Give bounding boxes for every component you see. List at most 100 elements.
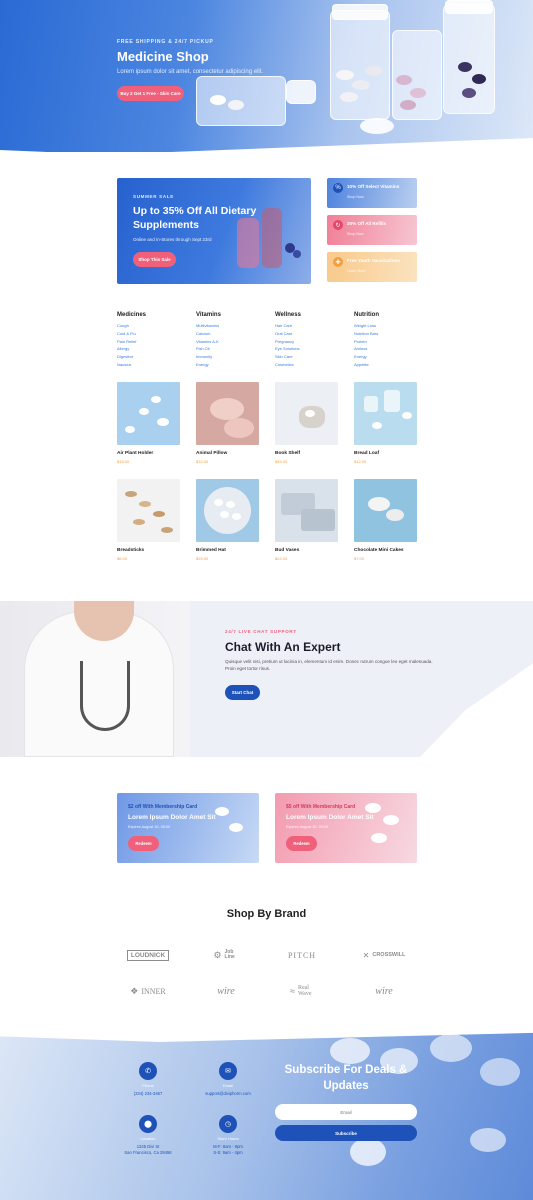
- category-link[interactable]: Digestive: [117, 353, 187, 361]
- category-title: Vitamins: [196, 312, 221, 318]
- category-medicines: Medicines Cough Cold & Flu Pain Relief A…: [117, 312, 187, 369]
- product-name[interactable]: Air Plant Holder: [117, 451, 180, 456]
- category-link[interactable]: Weight Loss: [354, 322, 424, 330]
- category-link[interactable]: Energy: [354, 353, 424, 361]
- promo-card-link[interactable]: Shop Now: [347, 195, 364, 199]
- membership-expiry: Expires August 30, 09:00: [286, 825, 329, 829]
- clock-icon: ◷: [219, 1115, 237, 1133]
- refill-icon: ↻: [333, 220, 343, 230]
- product-price: $49.00: [275, 459, 288, 464]
- brand-logo-realwave[interactable]: ≈ Real Wave: [270, 982, 340, 1000]
- promo-card-vaccinations[interactable]: ✚ Free Youth Vaccinations Learn More: [327, 252, 417, 282]
- product-name[interactable]: Breadsticks: [117, 548, 180, 553]
- syringe-icon: ✚: [333, 257, 343, 267]
- category-link[interactable]: Cough: [117, 322, 187, 330]
- promo-card-link[interactable]: Learn More: [347, 269, 365, 273]
- product-card[interactable]: Air Plant Holder $18.00: [117, 382, 180, 464]
- subscribe-button[interactable]: Subscribe: [275, 1125, 417, 1141]
- product-name[interactable]: Book Shelf: [275, 451, 338, 456]
- membership-card-blue[interactable]: $2 off With Membership Card Lorem Ipsum …: [117, 793, 259, 863]
- product-name[interactable]: Animal Pillow: [196, 451, 259, 456]
- membership-card-pink[interactable]: $5 off With Membership Card Lorem Ipsum …: [275, 793, 417, 863]
- brand-logo-loudnick[interactable]: LOUDNICK: [113, 946, 183, 964]
- redeem-button[interactable]: Redeem: [286, 836, 317, 851]
- category-link[interactable]: Cold & Flu: [117, 330, 187, 338]
- category-link[interactable]: Eye Solutions: [275, 345, 345, 353]
- category-link[interactable]: Pregnancy: [275, 338, 345, 346]
- category-link[interactable]: Skin Care: [275, 353, 345, 361]
- chat-title: Chat With An Expert: [225, 640, 341, 654]
- product-card[interactable]: Breadsticks $6.00: [117, 479, 180, 561]
- subscribe-email-input[interactable]: [275, 1104, 417, 1120]
- percent-icon: %: [333, 183, 343, 193]
- category-link[interactable]: Cosmetics: [275, 361, 345, 369]
- cross-icon: ✕: [362, 950, 370, 960]
- brand-logo-wire[interactable]: wire: [191, 982, 261, 1000]
- product-image[interactable]: [354, 382, 417, 445]
- product-image[interactable]: [117, 382, 180, 445]
- category-link[interactable]: Allergy: [117, 345, 187, 353]
- contact-hours: ◷ Store Hours M-F: 8am - 9pm S-S: 9am - …: [193, 1115, 263, 1156]
- category-link[interactable]: Oral Care: [275, 330, 345, 338]
- product-card[interactable]: Brimmed Hat $25.00: [196, 479, 259, 561]
- product-price: $25.00: [196, 556, 209, 561]
- product-card[interactable]: Bud Vases $22.00: [275, 479, 338, 561]
- product-name[interactable]: Bread Loaf: [354, 451, 417, 456]
- category-vitamins: Vitamins Multivitamins Calcium Vitamins …: [196, 312, 266, 369]
- brand-name: PITCH: [287, 950, 317, 960]
- start-chat-button[interactable]: Start Chat: [225, 685, 260, 700]
- category-link[interactable]: Energy: [196, 361, 266, 369]
- category-link[interactable]: Nutrition Bars: [354, 330, 424, 338]
- product-image[interactable]: [117, 479, 180, 542]
- promo-card-refills[interactable]: ↻ 20% Off All Refills Shop Now: [327, 215, 417, 245]
- promo-card-link[interactable]: Shop Now: [347, 232, 364, 236]
- hero-banner: [0, 0, 533, 152]
- product-card[interactable]: Book Shelf $49.00: [275, 382, 338, 464]
- brand-logo-wire-2[interactable]: wire: [349, 982, 419, 1000]
- redeem-button[interactable]: Redeem: [128, 836, 159, 851]
- category-link[interactable]: Fish Oil: [196, 345, 266, 353]
- product-name[interactable]: Chocolate Mini Cakes: [354, 548, 417, 553]
- membership-headline: Lorem Ipsum Dolor Amet Sit: [128, 814, 216, 821]
- hero-cta-button[interactable]: Buy 2 Get 1 Free - Skin Care: [117, 86, 184, 101]
- category-link[interactable]: Vitamins A-K: [196, 338, 266, 346]
- summer-sale-banner[interactable]: SUMMER SALE Up to 35% Off All Dietary Su…: [117, 178, 311, 284]
- product-image[interactable]: [196, 382, 259, 445]
- product-image[interactable]: [275, 479, 338, 542]
- product-image[interactable]: [275, 382, 338, 445]
- category-link[interactable]: Pain Relief: [117, 338, 187, 346]
- promo-card-vitamins[interactable]: % 10% Off Select Vitamins Shop Now: [327, 178, 417, 208]
- product-image[interactable]: [354, 479, 417, 542]
- envelope-icon: ✉: [219, 1062, 237, 1080]
- brand-logo-crosswill[interactable]: ✕ CROSSWILL: [349, 946, 419, 964]
- category-link[interactable]: Multivitamins: [196, 322, 266, 330]
- product-card[interactable]: Chocolate Mini Cakes $7.00: [354, 479, 417, 561]
- brand-logo-pitch[interactable]: PITCH: [267, 946, 337, 964]
- product-card[interactable]: Animal Pillow $32.00: [196, 382, 259, 464]
- contact-label: Location: [140, 1136, 156, 1141]
- category-title: Medicines: [117, 312, 147, 318]
- category-link[interactable]: Immunity: [196, 353, 266, 361]
- shop-sale-button[interactable]: Shop This Sale: [133, 252, 176, 267]
- product-name[interactable]: Bud Vases: [275, 548, 338, 553]
- product-price: $6.00: [117, 556, 128, 561]
- chat-description: Quisque velit nisi, pretium ut lacinia i…: [225, 659, 433, 671]
- promo-card-title: 20% Off All Refills: [347, 221, 387, 226]
- product-price: $22.00: [275, 556, 288, 561]
- category-link[interactable]: Protein: [354, 338, 424, 346]
- category-link[interactable]: Calcium: [196, 330, 266, 338]
- category-title: Wellness: [275, 312, 301, 318]
- product-image[interactable]: [196, 479, 259, 542]
- brand-logo-jobline[interactable]: ⚙ Job Line: [191, 946, 261, 964]
- brands-title: Shop By Brand: [226, 908, 307, 920]
- category-link[interactable]: Hair Care: [275, 322, 345, 330]
- wave-icon: ≈: [290, 986, 295, 996]
- category-link[interactable]: Aminos: [354, 345, 424, 353]
- brand-logo-inner[interactable]: ❖ INNER: [113, 982, 183, 1000]
- phone-number[interactable]: (234) 234-3467: [134, 1091, 163, 1097]
- email-address[interactable]: support@diviphorm.com: [205, 1091, 250, 1097]
- category-link[interactable]: Nausea: [117, 361, 187, 369]
- product-name[interactable]: Brimmed Hat: [196, 548, 259, 553]
- product-card[interactable]: Bread Loaf $12.00: [354, 382, 417, 464]
- category-link[interactable]: Appetite: [354, 361, 424, 369]
